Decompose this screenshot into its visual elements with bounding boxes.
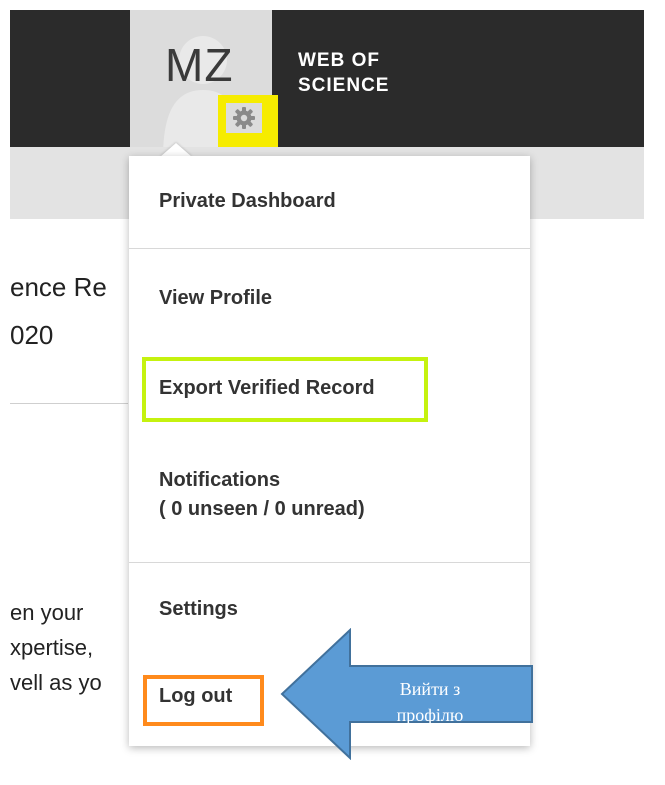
page-subheading-fragment: 020 xyxy=(10,320,54,350)
callout-text-line-2: профілю xyxy=(396,705,464,725)
logout-highlight-box xyxy=(143,675,264,726)
menu-divider xyxy=(129,562,530,563)
menu-item-private-dashboard[interactable]: Private Dashboard xyxy=(159,190,336,213)
callout-text: Вийти з профілю xyxy=(355,676,505,728)
avatar-initials[interactable]: MZ xyxy=(165,42,233,88)
notifications-label: Notifications xyxy=(159,469,281,491)
body-text-line-1: en your xyxy=(10,600,84,625)
gear-icon xyxy=(233,107,255,129)
menu-divider xyxy=(129,248,530,249)
brand-line-1: WEB OF xyxy=(298,50,380,71)
gear-highlight-box xyxy=(218,95,278,149)
export-highlight-box xyxy=(142,357,428,422)
section-divider xyxy=(10,403,128,404)
body-text-line-2: xpertise, xyxy=(10,635,94,660)
page-heading-fragment: ence Re xyxy=(10,272,107,302)
body-text-line-3: vell as yo xyxy=(10,670,102,695)
callout-text-line-1: Вийти з xyxy=(399,679,461,699)
menu-item-view-profile[interactable]: View Profile xyxy=(159,287,272,310)
menu-item-notifications[interactable]: Notifications ( 0 unseen / 0 unread) xyxy=(159,469,365,521)
settings-gear-button[interactable] xyxy=(226,103,262,133)
menu-item-settings[interactable]: Settings xyxy=(159,598,238,621)
brand-line-2: SCIENCE xyxy=(298,75,390,96)
dropdown-caret xyxy=(160,143,192,157)
web-of-science-logo[interactable]: WEB OF SCIENCE xyxy=(298,48,389,98)
notifications-count: ( 0 unseen / 0 unread) xyxy=(159,498,365,520)
